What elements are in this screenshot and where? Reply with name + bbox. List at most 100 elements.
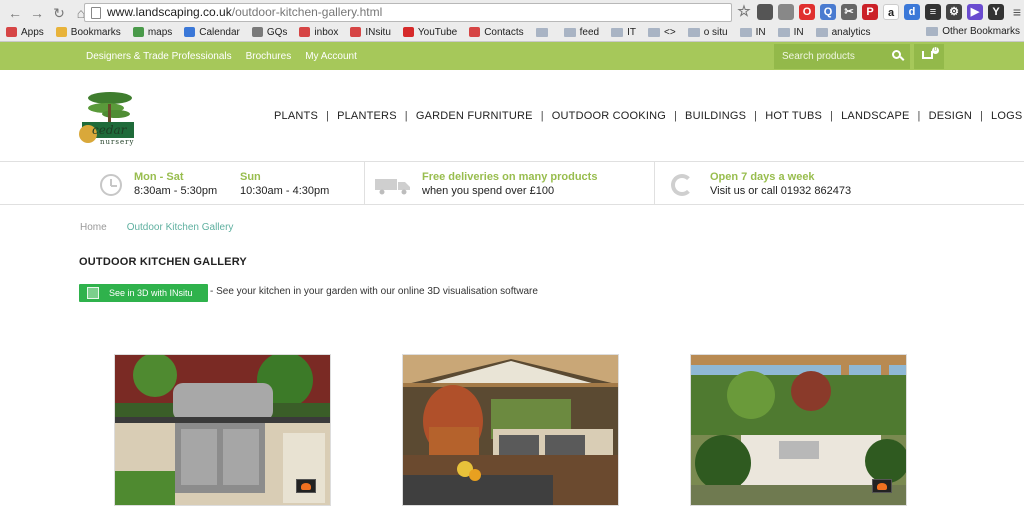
menu-icon[interactable]: ≡ [1009,4,1024,20]
open-text: Visit us or call 01932 862473 [710,185,852,197]
reload-icon[interactable]: ↻ [50,4,68,22]
main-navigation: PLANTS | PLANTERS | GARDEN FURNITURE | OUTDOOR… [274,110,1022,122]
breadcrumb-current[interactable]: Outdoor Kitchen Gallery [127,222,234,233]
nav-item-buildings[interactable]: BUILDINGS [685,110,746,122]
scissors-icon[interactable]: ✂ [841,4,857,20]
extension-icon[interactable] [757,4,773,20]
site-header: cedar nursery PLANTS | PLANTERS | GARDEN FUR… [0,70,1024,162]
back-icon[interactable]: ← [6,4,24,22]
bookmark-label: analytics [831,26,871,38]
folder-icon [535,27,548,37]
clock-icon [100,174,122,196]
page-icon [91,7,101,19]
top-link[interactable]: My Account [305,51,357,62]
y-icon[interactable]: Y [988,4,1004,20]
address-bar[interactable]: www.landscaping.co.uk/outdoor-kitchen-ga… [84,3,732,22]
bookmark-item[interactable]: Apps [6,27,44,38]
bookmark-item[interactable]: Contacts [469,26,524,38]
folder-icon [815,27,828,37]
bookmark-item[interactable]: INsitu [350,27,391,38]
gallery-image-1[interactable] [114,354,331,506]
gear-icon[interactable]: ⚙ [946,4,962,20]
fire-icon [872,479,892,493]
shield-icon[interactable] [778,4,794,20]
nav-item-landscape[interactable]: LANDSCAPE [841,110,909,122]
search-placeholder: Search products [782,51,855,62]
bookmark-icon [469,27,481,37]
sunday-hours: 10:30am - 4:30pm [240,185,330,197]
open-block: Open 7 days a week Visit us or call 0193… [710,170,851,198]
bookmark-item[interactable]: analytics [815,26,871,38]
play-icon[interactable]: ▶ [967,4,983,20]
d-icon[interactable]: d [904,4,920,20]
bookmark-item[interactable]: <> [648,27,676,38]
nav-separator: | [326,110,330,122]
bookmark-item[interactable]: Calendar [184,27,240,38]
refresh-icon [671,174,693,196]
folder-icon [648,27,661,37]
amazon-icon[interactable]: a [883,4,899,20]
bookmark-item[interactable]: IN [739,27,766,38]
gallery-image-3[interactable] [690,354,907,506]
nav-item-hot-tubs[interactable]: HOT TUBS [765,110,822,122]
bookmark-item[interactable]: IT [611,27,636,38]
folder-icon [563,27,576,37]
other-bookmarks[interactable]: Other Bookmarks [926,26,1020,37]
top-link[interactable]: Brochures [246,51,292,62]
bookmark-icon [251,27,263,37]
cart-icon [922,51,933,59]
nav-item-planters[interactable]: PLANTERS [337,110,397,122]
bookmark-item[interactable]: IN [777,26,804,38]
truck-icon [375,179,410,195]
insitu-button[interactable]: See in 3D with INsitu [79,284,208,302]
bookmark-item[interactable] [535,27,552,37]
breadcrumb-home[interactable]: Home [80,222,107,233]
bookmark-icon [299,27,311,37]
bookmark-label: Apps [21,26,44,38]
bookmark-label: maps [147,26,173,38]
bookmark-label: YouTube [417,26,458,38]
star-icon[interactable]: ☆ [736,4,752,20]
bookmark-item[interactable]: o situ [687,27,728,38]
search-icon[interactable] [892,50,901,59]
fire-icon [296,479,316,493]
top-links: Designers & Trade Professionals Brochures… [86,42,357,70]
bookmark-item[interactable]: YouTube [402,26,458,38]
bookmark-item[interactable]: Bookmarks [55,27,121,38]
gallery-image-2[interactable] [402,354,619,506]
sunday-hours-block: Sun 10:30am - 4:30pm [240,170,329,198]
bookmarks-bar: Apps Bookmarks maps Calendar GQs inbox INsitu Y… [0,23,1024,41]
nav-item-plants[interactable]: PLANTS [274,110,318,122]
cedar-nursery-logo[interactable]: cedar nursery [78,84,166,148]
pinterest-icon[interactable]: P [862,4,878,20]
bookmark-item[interactable]: inbox [299,27,338,38]
nav-item-outdoor-cooking[interactable]: OUTDOOR COOKING [552,110,666,122]
other-bookmarks-label: Other Bookmarks [942,26,1020,37]
delivery-text: when you spend over £100 [422,185,555,197]
nav-item-garden-furniture[interactable]: GARDEN FURNITURE [416,110,533,122]
bookmark-icon [350,27,362,37]
search-input[interactable]: Search products [774,44,910,69]
bookmark-label: IN [793,26,804,38]
nav-item-design[interactable]: DESIGN [929,110,972,122]
opera-icon[interactable]: O [799,4,815,20]
page-title: OUTDOOR KITCHEN GALLERY [79,256,247,268]
cart-button[interactable]: 0 [914,44,944,69]
bookmark-icon [184,27,196,37]
open-title: Open 7 days a week [710,171,815,183]
bookmark-label: Contacts [484,26,524,38]
extension-icons: ☆ O Q ✂ P a d ≡ ⚙ ▶ Y ≡ [736,4,1024,20]
bookmark-item[interactable]: feed [563,27,599,38]
logo-text-top: cedar [92,123,128,137]
bookmark-label: GQs [266,26,288,38]
bookmark-label: Calendar [199,26,240,38]
bookmark-item[interactable]: GQs [251,26,288,38]
nav-item-logs[interactable]: LOGS [991,110,1022,122]
q-icon[interactable]: Q [820,4,836,20]
top-link[interactable]: Designers & Trade Professionals [86,51,232,62]
url-path: /outdoor-kitchen-gallery.html [231,5,383,19]
weekday-label: Mon - Sat [134,171,184,183]
bookmark-item[interactable]: maps [132,26,173,38]
forward-icon[interactable]: → [28,4,46,22]
layers-icon[interactable]: ≡ [925,4,941,20]
